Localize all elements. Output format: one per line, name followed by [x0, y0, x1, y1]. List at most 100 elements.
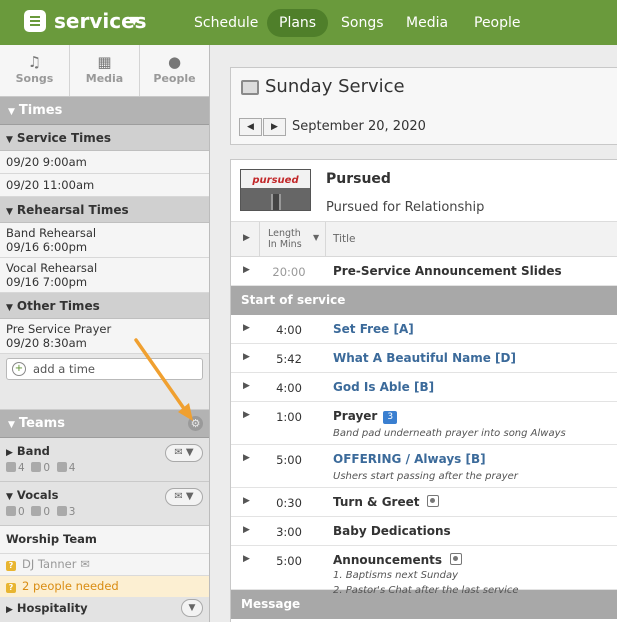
- item-length: 3:00: [276, 525, 302, 539]
- tab-songs[interactable]: ♫ Songs: [0, 45, 70, 96]
- service-time-item[interactable]: 09/20 9:00am: [0, 151, 209, 174]
- unconfirmed-count: 4: [68, 462, 76, 474]
- series-artwork[interactable]: pursued: [240, 169, 311, 211]
- item-title[interactable]: Set Free [A]: [333, 322, 414, 336]
- top-nav-bar: services ▼ Schedule Plans Songs Media Pe…: [0, 0, 617, 45]
- sidebar: ♫ Songs ▦ Media ● People ▼ Times ▼ Service…: [0, 45, 210, 622]
- nav-media[interactable]: Media: [394, 9, 460, 37]
- add-time-button[interactable]: + add a time: [6, 358, 203, 380]
- plan-item[interactable]: ▶ 3:00 Baby Dedications: [231, 517, 617, 546]
- tab-media[interactable]: ▦ Media: [70, 45, 140, 96]
- expand-all-icon[interactable]: ▶: [243, 233, 250, 243]
- plan-item[interactable]: ▶ 0:30 Turn & Greet: [231, 488, 617, 517]
- item-title: Turn & Greet: [333, 495, 420, 509]
- item-title: Announcements: [333, 553, 443, 567]
- person-name: DJ Tanner: [22, 557, 77, 571]
- triangle-down-icon: ▼: [8, 420, 15, 430]
- nav-people[interactable]: People: [462, 9, 533, 37]
- nav-plans[interactable]: Plans: [267, 9, 329, 37]
- media-attachment-icon[interactable]: [427, 495, 440, 507]
- plan-item[interactable]: ▶ 5:00 Announcements 1. Baptisms next Su…: [231, 546, 617, 596]
- tab-label: People: [153, 72, 196, 85]
- plan-item-song[interactable]: ▶ 5:00 OFFERING / Always [B] Ushers star…: [231, 445, 617, 488]
- plan-item[interactable]: ▶ 20:00 Pre-Service Announcement Slides: [231, 257, 617, 286]
- tab-people[interactable]: ● People: [140, 45, 209, 96]
- team-status-counts: 4 0 4: [6, 462, 203, 474]
- person-row[interactable]: ? DJ Tanner ✉: [0, 553, 209, 575]
- confirmed-count: 4: [18, 462, 25, 474]
- triangle-right-icon[interactable]: ▶: [243, 554, 250, 564]
- triangle-right-icon[interactable]: ▶: [243, 496, 250, 506]
- needed-icon: ?: [6, 583, 16, 593]
- media-attachment-icon[interactable]: [450, 553, 463, 565]
- triangle-right-icon[interactable]: ▶: [243, 323, 250, 333]
- chevron-down-icon[interactable]: ▼: [181, 599, 203, 617]
- chevron-down-icon[interactable]: ▼: [130, 14, 138, 27]
- triangle-down-icon: ▼: [6, 135, 13, 145]
- time-value: 09/16 6:00pm: [6, 240, 88, 254]
- item-length: 5:42: [276, 352, 302, 366]
- rehearsal-time-item[interactable]: Vocal Rehearsal 09/16 7:00pm: [0, 258, 209, 293]
- plan-item[interactable]: ▶ 1:00 Prayer 3 Band pad underneath praye…: [231, 402, 617, 445]
- item-length: 20:00: [272, 265, 306, 279]
- plan-item-song[interactable]: ▶ 5:42 What A Beautiful Name [D]: [231, 344, 617, 373]
- triangle-right-icon[interactable]: ▶: [243, 525, 250, 535]
- nav-schedule[interactable]: Schedule: [182, 9, 270, 37]
- previous-plan-button[interactable]: ◀: [239, 118, 262, 136]
- triangle-right-icon[interactable]: ▶: [243, 381, 250, 391]
- column-headers: ▶ Length In Mins ▼ Title: [231, 222, 617, 257]
- sidebar-tabs: ♫ Songs ▦ Media ● People: [0, 45, 209, 97]
- times-header[interactable]: ▼ Times: [0, 97, 209, 125]
- person-icon: ●: [167, 53, 182, 71]
- team-name: Vocals: [16, 488, 59, 502]
- series-info[interactable]: pursued Pursued Pursued for Relationship: [231, 160, 617, 222]
- tab-label: Songs: [15, 72, 54, 85]
- team-band[interactable]: ▶ Band 4 0 4 ✉ ▼: [0, 438, 209, 482]
- plan-folder-icon: [241, 80, 259, 95]
- plan-item-song[interactable]: ▶ 4:00 God Is Able [B]: [231, 373, 617, 402]
- item-length: 5:00: [276, 453, 302, 467]
- other-time-item[interactable]: Pre Service Prayer 09/20 8:30am: [0, 319, 209, 354]
- service-times-header[interactable]: ▼ Service Times: [0, 125, 209, 151]
- comment-count-badge[interactable]: 3: [383, 411, 398, 424]
- triangle-right-icon[interactable]: ▶: [243, 410, 250, 420]
- item-title[interactable]: What A Beautiful Name [D]: [333, 351, 516, 365]
- item-length: 4:00: [276, 381, 302, 395]
- gear-icon[interactable]: ⚙: [188, 416, 203, 431]
- unconfirmed-count: 3: [68, 506, 76, 518]
- triangle-right-icon[interactable]: ▶: [243, 352, 250, 362]
- envelope-icon[interactable]: ✉: [80, 557, 90, 571]
- service-time-item[interactable]: 09/20 11:00am: [0, 174, 209, 197]
- other-times-header[interactable]: ▼ Other Times: [0, 293, 209, 319]
- team-status-counts: 0 0 3: [6, 506, 203, 518]
- email-team-button[interactable]: ✉ ▼: [165, 444, 203, 462]
- length-column-header[interactable]: Length In Mins: [268, 228, 302, 250]
- triangle-down-icon: ▼: [8, 107, 15, 117]
- item-note: Band pad underneath prayer into song Alw…: [333, 428, 566, 439]
- team-vocals[interactable]: ▼ Vocals 0 0 3 ✉ ▼: [0, 482, 209, 526]
- time-value: 09/16 7:00pm: [6, 275, 88, 289]
- plan-item-song[interactable]: ▶ 4:00 Set Free [A]: [231, 315, 617, 344]
- people-needed-row[interactable]: ? 2 people needed: [0, 575, 209, 597]
- services-logo-icon[interactable]: [24, 10, 46, 32]
- item-title[interactable]: God Is Able [B]: [333, 380, 434, 394]
- rehearsal-time-item[interactable]: Band Rehearsal 09/16 6:00pm: [0, 223, 209, 258]
- nav-songs[interactable]: Songs: [329, 9, 396, 37]
- declined-count: 0: [43, 506, 51, 518]
- next-plan-button[interactable]: ▶: [263, 118, 286, 136]
- triangle-right-icon[interactable]: ▶: [243, 265, 250, 275]
- item-title: Pre-Service Announcement Slides: [333, 264, 562, 278]
- position-worship-team[interactable]: Worship Team: [0, 526, 209, 553]
- team-hospitality[interactable]: ▶ Hospitality ▼: [0, 597, 209, 622]
- rehearsal-times-header[interactable]: ▼ Rehearsal Times: [0, 197, 209, 223]
- triangle-right-icon: ▶: [6, 605, 13, 615]
- title-column-header[interactable]: Title: [333, 233, 356, 245]
- item-title[interactable]: OFFERING / Always [B]: [333, 452, 486, 466]
- triangle-right-icon[interactable]: ▶: [243, 453, 250, 463]
- item-length: 5:00: [276, 554, 302, 568]
- email-team-button[interactable]: ✉ ▼: [165, 488, 203, 506]
- triangle-down-icon[interactable]: ▼: [313, 233, 319, 242]
- team-name: Band: [16, 444, 50, 458]
- confirmed-count: 0: [18, 506, 25, 518]
- teams-header[interactable]: ▼ Teams ⚙: [0, 410, 209, 438]
